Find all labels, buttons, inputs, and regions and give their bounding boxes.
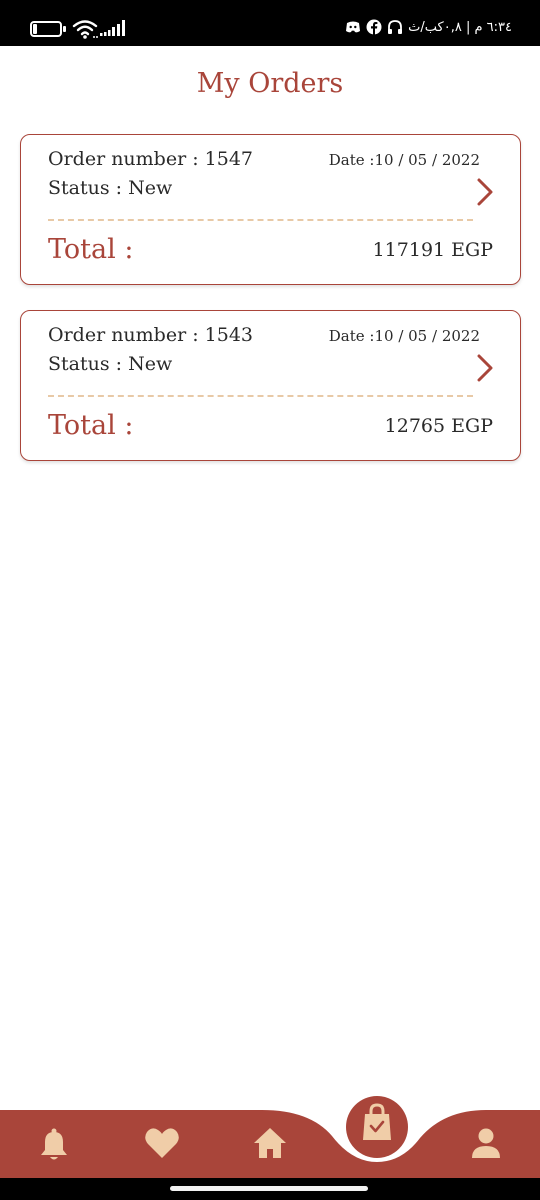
- home-gesture-handle[interactable]: [170, 1186, 368, 1191]
- orders-bag-icon[interactable]: [360, 1103, 394, 1143]
- battery-level: 12: [38, 22, 54, 35]
- dashed-divider: [48, 395, 473, 397]
- facebook-icon: [366, 19, 382, 35]
- page-title: My Orders: [196, 68, 344, 99]
- order-status: Status : New: [48, 353, 173, 375]
- wifi-icon: [72, 20, 98, 39]
- signal-icon: [100, 20, 125, 36]
- bottom-nav: [0, 1090, 540, 1180]
- discord-icon: [346, 21, 361, 33]
- favorites-icon[interactable]: [144, 1127, 180, 1159]
- headset-icon: [388, 20, 403, 34]
- status-bar: 12 ٦:٣٤ م | ٠,٨كب/ث: [0, 0, 540, 46]
- notifications-icon[interactable]: [37, 1127, 71, 1163]
- order-card[interactable]: Order number : 1547 Date :10 / 05 / 2022…: [20, 134, 521, 285]
- order-number: Order number : 1547: [48, 148, 254, 170]
- status-right: ٦:٣٤ م | ٠,٨كب/ث: [345, 16, 512, 38]
- order-number: Order number : 1543: [48, 324, 254, 346]
- chevron-right-icon[interactable]: [476, 177, 494, 207]
- home-icon[interactable]: [252, 1126, 288, 1160]
- status-time: ٦:٣٤ م | ٠,٨كب/ث: [408, 19, 512, 35]
- chevron-right-icon[interactable]: [476, 353, 494, 383]
- order-date: Date :10 / 05 / 2022: [328, 151, 480, 169]
- dashed-divider: [48, 219, 473, 221]
- total-label: Total :: [48, 410, 134, 441]
- total-value: 117191 EGP: [372, 239, 493, 261]
- total-value: 12765 EGP: [384, 415, 493, 437]
- total-label: Total :: [48, 234, 134, 265]
- profile-icon[interactable]: [470, 1127, 502, 1159]
- order-date: Date :10 / 05 / 2022: [328, 327, 480, 345]
- order-card[interactable]: Order number : 1543 Date :10 / 05 / 2022…: [20, 310, 521, 461]
- order-status: Status : New: [48, 177, 173, 199]
- battery-icon: 12: [30, 21, 62, 37]
